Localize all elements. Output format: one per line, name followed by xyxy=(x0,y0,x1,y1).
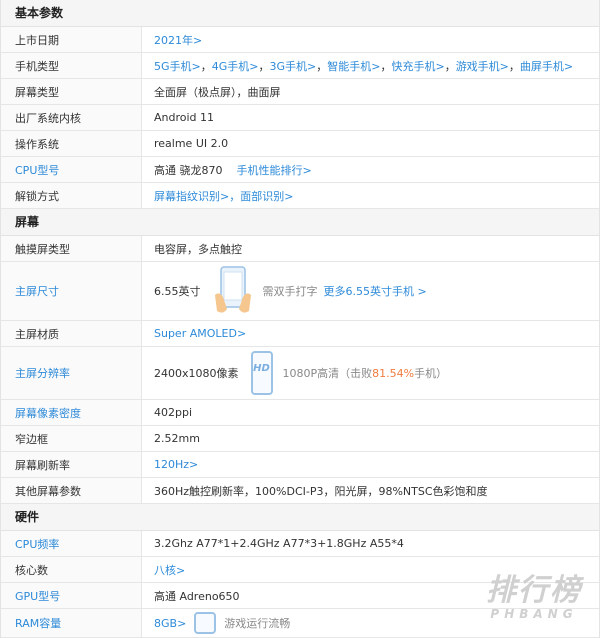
watermark-en: PHBANG xyxy=(490,607,578,621)
row-label: 出厂系统内核 xyxy=(1,105,142,130)
row-label: 解锁方式 xyxy=(1,183,142,208)
hd-label: HD xyxy=(253,363,270,374)
row-label: 触摸屏类型 xyxy=(1,236,142,261)
ram-note: 游戏运行流畅 xyxy=(224,617,291,630)
row-label: 窄边框 xyxy=(1,426,142,451)
os-factory-value: Android 11 xyxy=(154,111,215,124)
spec-row-bezel: 窄边框 2.52mm xyxy=(1,426,599,452)
row-label: 屏幕刷新率 xyxy=(1,452,142,477)
more-same-size-phones-link[interactable]: 更多6.55英寸手机 > xyxy=(324,283,427,299)
phone-performance-ranking-link[interactable]: 手机性能排行> xyxy=(237,162,312,178)
resolution-beat-percent: 81.54% xyxy=(372,366,415,380)
unlock-method-link[interactable]: 屏幕指纹识别>，面部识别> xyxy=(154,188,293,204)
gamepad-icon xyxy=(194,612,217,634)
spec-row-cpu-freq: CPU频率 3.2Ghz A77*1+2.4GHz A77*3+1.8GHz A… xyxy=(1,531,599,557)
other-screen-value: 360Hz触控刷新率，100%DCI-P3，阳光屏，98%NTSC色彩饱和度 xyxy=(154,484,488,498)
cpu-freq-label-link[interactable]: CPU频率 xyxy=(1,531,142,556)
section-hardware: 硬件 xyxy=(1,504,599,531)
row-label: 操作系统 xyxy=(1,131,142,156)
spec-row-material: 主屏材质 Super AMOLED> xyxy=(1,321,599,347)
row-label: 核心数 xyxy=(1,557,142,582)
phone-type-curved-link[interactable]: 曲屏手机> xyxy=(520,58,573,74)
section-basic: 基本参数 xyxy=(1,0,599,27)
spec-row-other-screen: 其他屏幕参数 360Hz触控刷新率，100%DCI-P3，阳光屏，98%NTSC… xyxy=(1,478,599,504)
main-size-value: 6.55英寸 xyxy=(154,285,201,298)
spec-row-phone-type: 手机类型 5G手机>， 4G手机>， 3G手机>， 智能手机>， 快充手机>， … xyxy=(1,53,599,79)
gpu-label-link[interactable]: GPU型号 xyxy=(1,583,142,608)
phone-type-gaming-link[interactable]: 游戏手机> xyxy=(456,58,509,74)
cpu-model-value: 高通 骁龙870 xyxy=(154,163,223,177)
spec-row-main-size: 主屏尺寸 6.55英寸 需双手打字 更多6.55英寸手机 > xyxy=(1,262,599,321)
spec-row-touch-type: 触摸屏类型 电容屏，多点触控 xyxy=(1,236,599,262)
row-label: 其他屏幕参数 xyxy=(1,478,142,503)
spec-row-launch-date: 上市日期 2021年> xyxy=(1,27,599,53)
two-hand-typing-icon xyxy=(214,266,251,313)
row-label: 主屏材质 xyxy=(1,321,142,346)
row-label: 屏幕类型 xyxy=(1,79,142,104)
os-value: realme UI 2.0 xyxy=(154,137,229,150)
site-watermark-logo: 排行榜 PHBANG xyxy=(486,573,582,621)
launch-date-link[interactable]: 2021年> xyxy=(154,32,202,48)
row-label: 上市日期 xyxy=(1,27,142,52)
cpu-freq-value: 3.2Ghz A77*1+2.4GHz A77*3+1.8GHz A55*4 xyxy=(154,537,404,550)
spec-row-screen-type: 屏幕类型 全面屏（极点屏），曲面屏 xyxy=(1,79,599,105)
resolution-note-prefix: 1080P高清（击败 xyxy=(282,367,373,380)
phone-type-5g-link[interactable]: 5G手机> xyxy=(154,58,201,74)
spec-row-ppi: 屏幕像素密度 402ppi xyxy=(1,400,599,426)
spec-row-cpu-model: CPU型号 高通 骁龙870 手机性能排行> xyxy=(1,157,599,183)
section-screen: 屏幕 xyxy=(1,209,599,236)
spec-row-os: 操作系统 realme UI 2.0 xyxy=(1,131,599,157)
phone-type-3g-link[interactable]: 3G手机> xyxy=(270,58,317,74)
ram-link[interactable]: 8GB> xyxy=(154,617,186,630)
ppi-value: 402ppi xyxy=(154,406,193,419)
spec-row-unlock: 解锁方式 屏幕指纹识别>，面部识别> xyxy=(1,183,599,209)
cpu-model-label-link[interactable]: CPU型号 xyxy=(1,157,142,182)
ppi-label-link[interactable]: 屏幕像素密度 xyxy=(1,400,142,425)
main-size-note: 需双手打字 xyxy=(262,285,318,298)
phone-type-4g-link[interactable]: 4G手机> xyxy=(212,58,259,74)
resolution-value: 2400x1080像素 xyxy=(154,367,239,380)
watermark-cn: 排行榜 xyxy=(486,573,582,608)
refresh-rate-link[interactable]: 120Hz> xyxy=(154,458,198,471)
spec-row-os-factory: 出厂系统内核 Android 11 xyxy=(1,105,599,131)
spec-row-refresh: 屏幕刷新率 120Hz> xyxy=(1,452,599,478)
resolution-note-suffix: 手机） xyxy=(414,367,448,380)
phone-type-smart-link[interactable]: 智能手机> xyxy=(327,58,380,74)
cores-link[interactable]: 八核> xyxy=(154,562,185,578)
bezel-value: 2.52mm xyxy=(154,432,200,445)
spec-table: 基本参数 上市日期 2021年> 手机类型 5G手机>， 4G手机>， 3G手机… xyxy=(0,0,600,638)
ram-label-link[interactable]: RAM容量 xyxy=(1,609,142,637)
material-link[interactable]: Super AMOLED> xyxy=(154,327,246,340)
main-size-label-link[interactable]: 主屏尺寸 xyxy=(1,262,142,320)
phone-type-fast-charge-link[interactable]: 快充手机> xyxy=(391,58,444,74)
touch-type-value: 电容屏，多点触控 xyxy=(154,242,242,256)
screen-type-value: 全面屏（极点屏），曲面屏 xyxy=(154,85,281,99)
spec-row-resolution: 主屏分辨率 2400x1080像素 HD 1080P高清（击败 81.54% 手机） xyxy=(1,347,599,400)
row-label: 手机类型 xyxy=(1,53,142,78)
resolution-label-link[interactable]: 主屏分辨率 xyxy=(1,347,142,399)
hd-phone-icon: HD xyxy=(250,351,273,395)
